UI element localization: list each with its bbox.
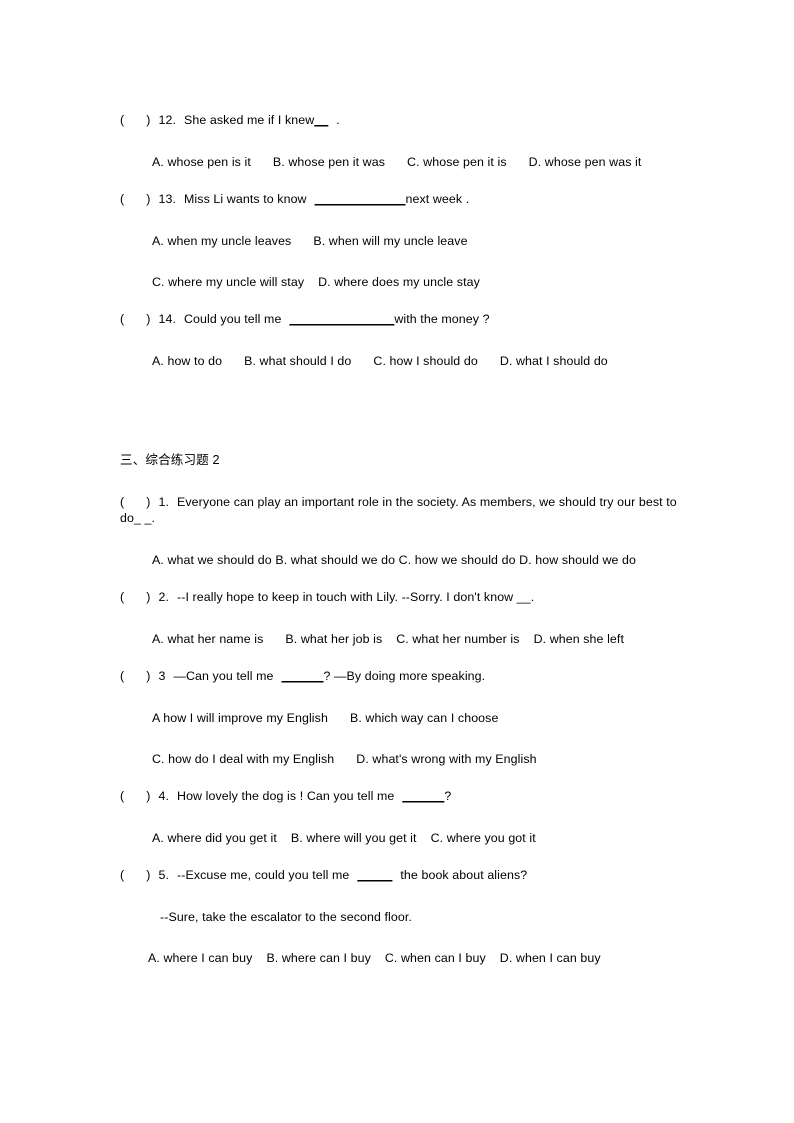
question-block-12: () 12. She asked me if I knew__. A. whose … (120, 112, 686, 170)
option-12-a[interactable]: A. whose pen is it (152, 155, 251, 169)
question-tail-s2-5: the book about aliens? (400, 868, 528, 882)
option-14-c[interactable]: C. how I should do (373, 354, 477, 368)
question-blank-13: _____________ (314, 192, 406, 206)
answer-paren-s2-1[interactable]: () (120, 494, 150, 510)
question-stem-s2-2: () 2. --I really hope to keep in touch wit… (120, 589, 686, 605)
question-tail-12: . (336, 113, 340, 127)
option-row-s2-3-cd: C. how do I deal with my English D. what'… (120, 751, 686, 767)
option-s2-2-c[interactable]: C. what her number is (396, 632, 519, 646)
question-tail-s2-4: ? (444, 789, 452, 803)
option-14-a[interactable]: A. how to do (152, 354, 222, 368)
question-text-s2-4: How lovely the dog is ! Can you tell me (177, 789, 395, 803)
option-row-s2-5: A. where I can buy B. where can I buy C. w… (120, 950, 686, 966)
question-block-s2-1: () 1. Everyone can play an important role … (120, 494, 686, 568)
question-number-s2-5: 5. (158, 868, 170, 882)
question-text-s2-3: —Can you tell me (173, 669, 274, 683)
answer-paren-13[interactable]: () (120, 191, 150, 207)
question-stem-14: () 14. Could you tell me _______________wit… (120, 311, 686, 327)
option-row-s2-2: A. what her name is B. what her job is C. … (120, 631, 686, 647)
option-row-14-a: A. how to do B. what should I do C. how I … (120, 353, 686, 369)
option-s2-4-a[interactable]: A. where did you get it (152, 831, 277, 845)
question-tail-14: with the money ? (394, 312, 490, 326)
answer-line-s2-5: --Sure, take the escalator to the second… (160, 910, 412, 924)
question-stem-13: () 13. Miss Li wants to know _____________n… (120, 191, 686, 207)
option-s2-4-b[interactable]: B. where will you get it (291, 831, 417, 845)
question-stem-12: () 12. She asked me if I knew__. (120, 112, 686, 128)
option-s2-5-d[interactable]: D. when I can buy (500, 951, 601, 965)
question-number-s2-4: 4. (158, 789, 170, 803)
answer-paren-s2-4[interactable]: () (120, 788, 150, 804)
answer-paren-s2-5[interactable]: () (120, 867, 150, 883)
option-12-d[interactable]: D. whose pen was it (529, 155, 642, 169)
question-stem-s2-5: () 5. --Excuse me, could you tell me _____ t… (120, 867, 686, 883)
question-number-12: 12. (158, 113, 176, 127)
option-13-b[interactable]: B. when will my uncle leave (313, 234, 467, 248)
question-text-12: She asked me if I knew (184, 113, 315, 127)
option-s2-2-d[interactable]: D. when she left (534, 632, 624, 646)
question-stem-s2-1: () 1. Everyone can play an important role … (120, 494, 686, 526)
option-14-b[interactable]: B. what should I do (244, 354, 351, 368)
question-text-s2-2: --I really hope to keep in touch with Li… (177, 590, 535, 604)
question-number-14: 14. (158, 312, 176, 326)
option-row-s2-3-ab: A how I will improve my English B. which … (120, 710, 686, 726)
option-s2-5-b[interactable]: B. where can I buy (266, 951, 370, 965)
question-text-s2-1: Everyone can play an important role in t… (120, 495, 677, 525)
document-body: () 12. She asked me if I knew__. A. whose … (120, 112, 686, 987)
question-block-s2-2: () 2. --I really hope to keep in touch wit… (120, 589, 686, 647)
option-s2-3-d[interactable]: D. what's wrong with my English (356, 752, 536, 766)
option-row-s2-4: A. where did you get it B. where will you… (120, 830, 686, 846)
question-block-s2-3: () 3 —Can you tell me ______? —By doing mor… (120, 668, 686, 767)
question-tail-13: next week . (405, 192, 470, 206)
section-spacer-bottom (120, 468, 686, 494)
option-row-13-cd: C. where my uncle will stay D. where does… (120, 274, 686, 290)
option-12-b[interactable]: B. whose pen it was (273, 155, 385, 169)
answer-paren-s2-2[interactable]: () (120, 589, 150, 605)
option-s2-2-a[interactable]: A. what her name is (152, 632, 263, 646)
question-blank-s2-4: ______ (402, 789, 445, 803)
question-stem-s2-4: () 4. How lovely the dog is ! Can you tell… (120, 788, 686, 804)
option-s2-3-a[interactable]: A how I will improve my English (152, 711, 328, 725)
question-number-s2-2: 2. (158, 590, 170, 604)
option-12-c[interactable]: C. whose pen it is (407, 155, 507, 169)
option-s2-2-b[interactable]: B. what her job is (285, 632, 382, 646)
option-13-a[interactable]: A. when my uncle leaves (152, 234, 291, 248)
section-heading-three: 三、综合练习题 2 (120, 453, 220, 467)
answer-paren-14[interactable]: () (120, 311, 150, 327)
option-13-c[interactable]: C. where my uncle will stay (152, 275, 304, 289)
question-block-s2-4: () 4. How lovely the dog is ! Can you tell… (120, 788, 686, 846)
question-block-13: () 13. Miss Li wants to know _____________n… (120, 191, 686, 290)
question-block-14: () 14. Could you tell me _______________wit… (120, 311, 686, 369)
option-s2-5-a[interactable]: A. where I can buy (148, 951, 252, 965)
question-blank-14: _______________ (289, 312, 395, 326)
question-number-s2-1: 1. (158, 495, 170, 509)
option-14-d[interactable]: D. what I should do (500, 354, 608, 368)
option-s2-3-b[interactable]: B. which way can I choose (350, 711, 499, 725)
question-text-s2-5: --Excuse me, could you tell me (177, 868, 350, 882)
option-row-12-a: A. whose pen is it B. whose pen it was C. … (120, 154, 686, 170)
question-text-14: Could you tell me (184, 312, 282, 326)
option-row-13-ab: A. when my uncle leaves B. when will my u… (120, 233, 686, 249)
answer-paren-12[interactable]: () (120, 112, 150, 128)
option-row-s2-1[interactable]: A. what we should do B. what should we d… (120, 552, 686, 568)
option-s2-4-c[interactable]: C. where you got it (431, 831, 536, 845)
question-text-13: Miss Li wants to know (184, 192, 307, 206)
answer-paren-s2-3[interactable]: () (120, 668, 150, 684)
question-block-s2-5: () 5. --Excuse me, could you tell me _____ t… (120, 867, 686, 966)
question-tail-s2-3: ? —By doing more speaking. (323, 669, 486, 683)
question-blank-s2-3: ______ (281, 669, 324, 683)
question-number-13: 13. (158, 192, 176, 206)
option-s2-3-c[interactable]: C. how do I deal with my English (152, 752, 334, 766)
option-s2-5-c[interactable]: C. when can I buy (385, 951, 486, 965)
section-spacer-top (120, 390, 686, 452)
question-stem-s2-3: () 3 —Can you tell me ______? —By doing mor… (120, 668, 686, 684)
question-number-s2-3: 3 (158, 669, 166, 683)
question-blank-12: __ (314, 113, 329, 127)
option-13-d[interactable]: D. where does my uncle stay (318, 275, 480, 289)
question-blank-s2-5: _____ (357, 868, 393, 882)
worksheet-page: () 12. She asked me if I knew__. A. whose … (0, 0, 794, 1123)
